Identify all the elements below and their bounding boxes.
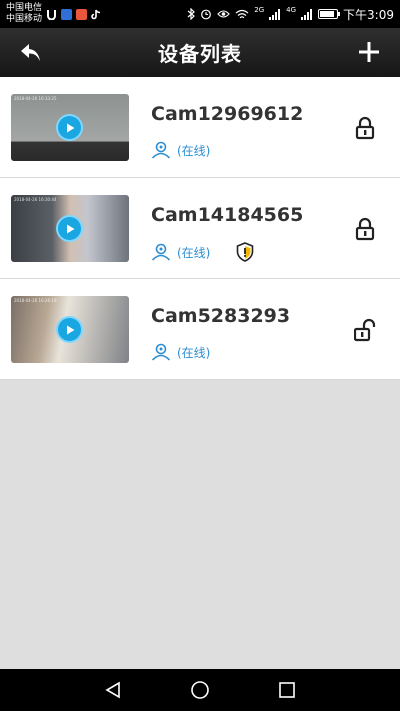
nav-home-button[interactable] — [185, 675, 215, 705]
add-device-button[interactable] — [354, 37, 384, 67]
app-tiktok-icon — [91, 9, 101, 19]
user-online-icon — [151, 243, 171, 261]
online-status-text: (在线) — [177, 143, 211, 158]
user-online-icon — [151, 343, 171, 361]
battery-icon — [318, 9, 341, 19]
play-icon — [66, 123, 74, 132]
network-tag-2: 4G — [286, 6, 297, 14]
lock-button[interactable] — [354, 317, 376, 343]
status-bar: 中国电信 中国移动 2G 4G 下午3:09 — [0, 0, 400, 28]
unlocked-icon — [354, 318, 376, 342]
app-video-icon — [76, 8, 88, 20]
app-shield-icon — [61, 8, 73, 20]
plus-icon — [359, 42, 379, 62]
system-status: 2G 4G 下午3:09 — [187, 6, 394, 23]
locked-icon — [355, 116, 375, 140]
device-name: Cam12969612 — [151, 103, 304, 125]
device-status: (在线) — [151, 242, 254, 262]
lock-button[interactable] — [354, 216, 376, 242]
notification-icons — [46, 8, 101, 20]
title-bar: 设备列表 — [0, 28, 400, 77]
device-thumbnail[interactable]: 2018-04-26 16:33:25 — [11, 94, 129, 161]
eye-icon — [217, 10, 231, 18]
play-icon — [66, 325, 74, 334]
signal-icon-2 — [301, 8, 313, 20]
user-online-icon — [151, 141, 171, 159]
device-row[interactable]: 2018-04-26 16:30:44 Cam14184565 (在线) — [0, 178, 400, 279]
lock-button[interactable] — [354, 115, 376, 141]
play-button[interactable] — [56, 114, 83, 141]
device-name: Cam5283293 — [151, 305, 291, 327]
app-u-icon — [47, 9, 57, 20]
signal-icon-1 — [269, 8, 281, 20]
nav-back-button[interactable] — [98, 675, 128, 705]
thumbnail-timestamp: 2018-04-26 16:26:19 — [14, 298, 57, 303]
thumbnail-timestamp: 2018-04-26 16:33:25 — [14, 96, 57, 101]
online-status-text: (在线) — [177, 245, 211, 260]
wifi-icon — [235, 9, 249, 18]
system-nav-bar — [0, 669, 400, 711]
triangle-back-icon — [105, 681, 121, 699]
device-row[interactable]: 2018-04-26 16:26:19 Cam5283293 (在线) — [0, 279, 400, 380]
carrier-2: 中国移动 — [6, 14, 43, 24]
locked-icon — [355, 217, 375, 241]
play-button[interactable] — [56, 215, 83, 242]
carrier-1: 中国电信 — [6, 3, 43, 13]
device-list: 2018-04-26 16:33:25 Cam12969612 (在线) 201… — [0, 77, 400, 380]
network-tag-1: 2G — [254, 6, 265, 14]
back-arrow-icon — [21, 44, 40, 61]
bluetooth-icon — [187, 8, 196, 20]
nav-recents-button[interactable] — [272, 675, 302, 705]
play-icon — [66, 224, 74, 233]
page-title: 设备列表 — [158, 42, 242, 66]
back-button[interactable] — [16, 38, 46, 68]
shield-alert-icon — [237, 242, 254, 262]
circle-home-icon — [191, 681, 209, 699]
device-thumbnail[interactable]: 2018-04-26 16:26:19 — [11, 296, 129, 363]
device-name: Cam14184565 — [151, 204, 304, 226]
clock: 下午3:09 — [343, 7, 394, 22]
thumbnail-timestamp: 2018-04-26 16:30:44 — [14, 197, 57, 202]
device-status: (在线) — [151, 343, 210, 361]
device-thumbnail[interactable]: 2018-04-26 16:30:44 — [11, 195, 129, 262]
play-button[interactable] — [56, 316, 83, 343]
carrier-info: 中国电信 中国移动 — [6, 3, 42, 25]
online-status-text: (在线) — [177, 345, 211, 360]
security-alert-button[interactable] — [236, 242, 254, 262]
device-status: (在线) — [151, 141, 210, 159]
device-row[interactable]: 2018-04-26 16:33:25 Cam12969612 (在线) — [0, 77, 400, 178]
square-recents-icon — [278, 682, 295, 698]
alarm-icon — [201, 9, 212, 20]
